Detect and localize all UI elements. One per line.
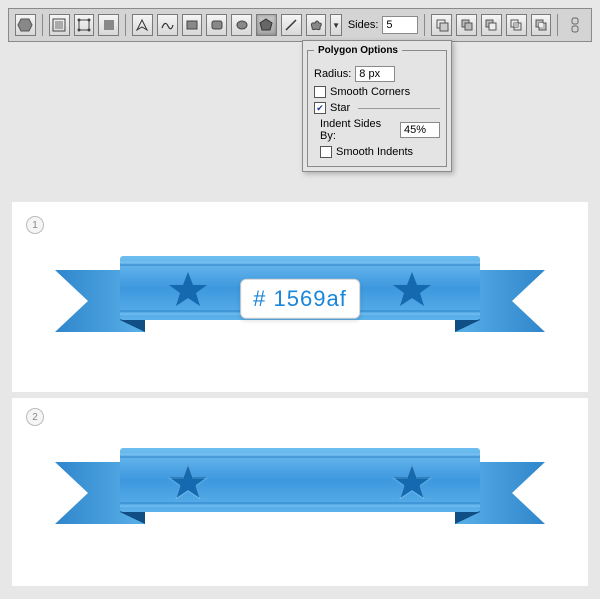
shape-layers-mode[interactable] bbox=[49, 14, 70, 36]
sides-input[interactable] bbox=[382, 16, 418, 34]
divider bbox=[424, 14, 425, 36]
color-hex-chip: # 1569af bbox=[240, 279, 360, 319]
popover-title: Polygon Options bbox=[314, 45, 402, 56]
foreground-hex-swatch[interactable] bbox=[15, 14, 36, 36]
path-op-subtract-icon[interactable] bbox=[481, 14, 502, 36]
smooth-corners-checkbox[interactable] bbox=[314, 86, 326, 98]
fill-pixels-mode[interactable] bbox=[98, 14, 119, 36]
path-op-new-icon[interactable] bbox=[431, 14, 452, 36]
divider bbox=[42, 14, 43, 36]
path-op-intersect-icon[interactable] bbox=[506, 14, 527, 36]
ribbon-panel-2: 2 bbox=[12, 392, 588, 582]
smooth-indents-label: Smooth Indents bbox=[336, 146, 413, 158]
smooth-indents-checkbox[interactable] bbox=[320, 146, 332, 158]
custom-shape-icon[interactable] bbox=[306, 14, 327, 36]
ribbon-graphic bbox=[50, 434, 550, 554]
freeform-pen-icon[interactable] bbox=[157, 14, 178, 36]
divider bbox=[557, 14, 558, 36]
ribbon-panel-1: 1 bbox=[12, 206, 588, 390]
star-checkbox[interactable]: ✔ bbox=[314, 102, 326, 114]
polygon-options-popover: Polygon Options Radius: Smooth Corners ✔… bbox=[302, 40, 452, 172]
path-op-add-icon[interactable] bbox=[456, 14, 477, 36]
path-op-exclude-icon[interactable] bbox=[531, 14, 552, 36]
ellipse-shape-icon[interactable] bbox=[231, 14, 252, 36]
star-label: Star bbox=[330, 102, 350, 114]
divider bbox=[125, 14, 126, 36]
step-badge: 1 bbox=[26, 216, 44, 234]
separator-line bbox=[358, 108, 440, 109]
pen-tool-icon[interactable] bbox=[132, 14, 153, 36]
polygon-shape-icon[interactable] bbox=[256, 14, 277, 36]
canvas-area: 1 bbox=[12, 202, 588, 586]
indent-label: Indent Sides By: bbox=[320, 118, 396, 142]
step-badge: 2 bbox=[26, 408, 44, 426]
indent-input[interactable] bbox=[400, 122, 440, 138]
rectangle-shape-icon[interactable] bbox=[182, 14, 203, 36]
link-icon[interactable] bbox=[564, 14, 585, 36]
smooth-corners-label: Smooth Corners bbox=[330, 86, 410, 98]
paths-mode[interactable] bbox=[74, 14, 95, 36]
radius-label: Radius: bbox=[314, 68, 351, 80]
rounded-rectangle-shape-icon[interactable] bbox=[206, 14, 227, 36]
radius-input[interactable] bbox=[355, 66, 395, 82]
shape-options-dropdown[interactable]: ▼ bbox=[330, 14, 341, 36]
shape-toolbar: ▼ Sides: bbox=[8, 8, 592, 42]
sides-label: Sides: bbox=[348, 19, 379, 31]
line-shape-icon[interactable] bbox=[281, 14, 302, 36]
